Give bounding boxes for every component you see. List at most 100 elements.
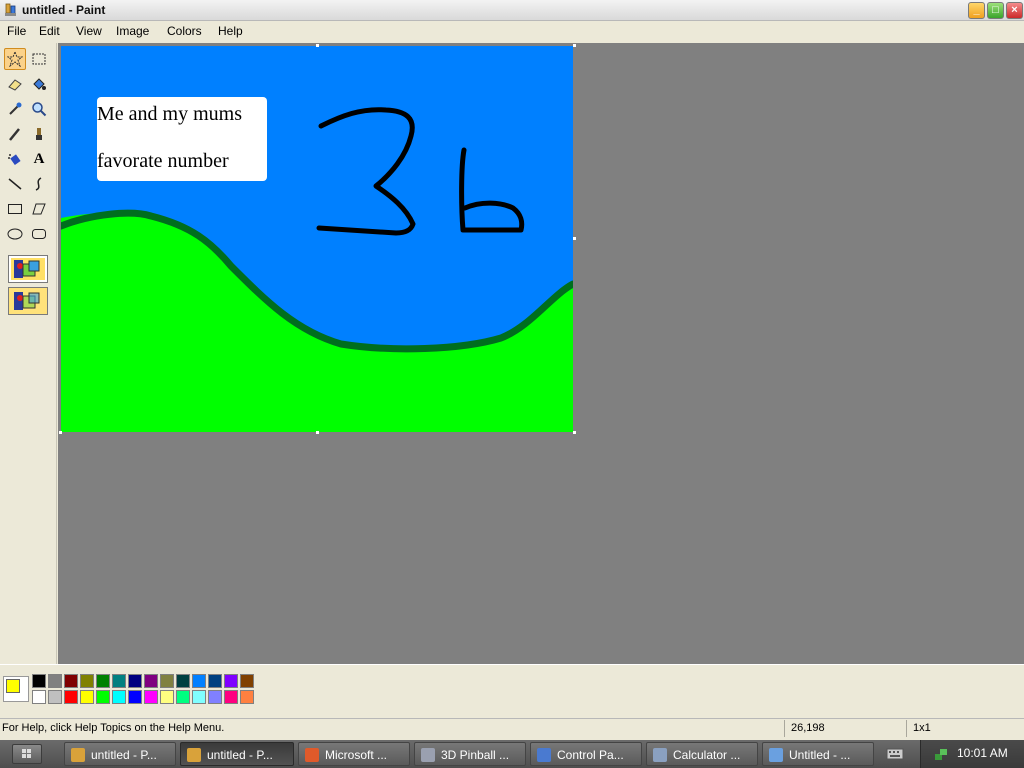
tool-curve[interactable]: [28, 173, 50, 195]
palette-swatch[interactable]: [96, 690, 110, 704]
taskbar: untitled - P... untitled - P... Microsoft …: [0, 740, 1024, 768]
network-icon[interactable]: [933, 746, 949, 762]
eraser-icon: [8, 79, 22, 91]
resize-handle-top[interactable]: [316, 44, 319, 47]
brush-icon: [36, 128, 42, 140]
resize-handle-right[interactable]: [573, 237, 576, 240]
current-colors[interactable]: [3, 676, 29, 702]
tool-fill[interactable]: [28, 73, 50, 95]
resize-handle-bottom-left[interactable]: [59, 431, 62, 434]
rounded-rect-icon: [32, 229, 46, 239]
menu-view[interactable]: View: [76, 24, 102, 38]
tool-polygon[interactable]: [28, 198, 50, 220]
palette-swatch[interactable]: [144, 690, 158, 704]
control-panel-icon: [537, 748, 551, 762]
taskbar-button-label: Calculator ...: [673, 748, 741, 762]
windows-logo-icon: [22, 749, 31, 758]
paint-icon: [71, 748, 85, 762]
taskbar-button[interactable]: Untitled - ...: [762, 742, 874, 766]
shapes-opaque-icon: [14, 260, 40, 278]
menu-colors[interactable]: Colors: [167, 24, 202, 38]
tool-eraser[interactable]: [4, 73, 26, 95]
pencil-icon: [9, 128, 20, 141]
menu-edit[interactable]: Edit: [39, 24, 60, 38]
palette-swatch[interactable]: [208, 690, 222, 704]
close-button[interactable]: ×: [1006, 2, 1023, 19]
tool-brush[interactable]: [28, 123, 50, 145]
close-icon: ×: [1011, 4, 1018, 16]
palette-swatch[interactable]: [160, 674, 174, 688]
palette-swatch[interactable]: [32, 690, 46, 704]
tool-pencil[interactable]: [4, 123, 26, 145]
palette-swatch[interactable]: [80, 690, 94, 704]
shapes-transparent-icon: [14, 292, 40, 310]
drawing-canvas[interactable]: Me and my mums favorate number: [61, 46, 573, 432]
palette-swatch[interactable]: [176, 690, 190, 704]
palette-swatch[interactable]: [128, 674, 142, 688]
tool-airbrush[interactable]: [4, 148, 26, 170]
tool-text[interactable]: A: [28, 148, 50, 170]
palette-swatch[interactable]: [48, 690, 62, 704]
palette-swatch[interactable]: [128, 690, 142, 704]
taskbar-button[interactable]: Microsoft ...: [298, 742, 410, 766]
taskbar-button[interactable]: untitled - P...: [64, 742, 176, 766]
paint-brush-icon: [5, 3, 16, 16]
resize-handle-bottom[interactable]: [316, 431, 319, 434]
tool-select[interactable]: [28, 48, 50, 70]
palette-swatch[interactable]: [144, 674, 158, 688]
tool-ellipse[interactable]: [4, 223, 26, 245]
palette-swatch[interactable]: [32, 674, 46, 688]
palette-swatch[interactable]: [112, 690, 126, 704]
workspace: Me and my mums favorate number: [58, 43, 1024, 664]
palette-swatch[interactable]: [224, 674, 238, 688]
minimize-icon: _: [973, 4, 980, 16]
tool-magnifier[interactable]: [28, 98, 50, 120]
status-bar: For Help, click Help Topics on the Help …: [0, 718, 1024, 738]
palette-swatch[interactable]: [64, 674, 78, 688]
tool-rectangle[interactable]: [4, 198, 26, 220]
palette-swatch[interactable]: [48, 674, 62, 688]
menu-file[interactable]: File: [7, 24, 26, 38]
palette-swatch[interactable]: [240, 674, 254, 688]
notepad-icon: [769, 748, 783, 762]
text-icon: A: [33, 150, 45, 167]
tool-option-transparent[interactable]: [8, 287, 48, 315]
maximize-button[interactable]: □: [987, 2, 1004, 19]
palette-swatch[interactable]: [160, 690, 174, 704]
digit-six: [459, 147, 525, 233]
tool-pick-color[interactable]: [4, 98, 26, 120]
palette-swatch[interactable]: [80, 674, 94, 688]
taskbar-button-label: 3D Pinball ...: [441, 748, 510, 762]
palette-swatch[interactable]: [112, 674, 126, 688]
palette-swatch[interactable]: [240, 690, 254, 704]
menu-bar: File Edit View Image Colors Help: [0, 21, 1024, 41]
taskbar-button[interactable]: 3D Pinball ...: [414, 742, 526, 766]
resize-handle-top-right[interactable]: [573, 44, 576, 47]
note-line-2: favorate number: [97, 150, 229, 172]
tool-option-opaque[interactable]: [8, 255, 48, 283]
eyedropper-icon: [9, 102, 22, 115]
tool-rounded-rectangle[interactable]: [28, 223, 50, 245]
foreground-color: [6, 679, 20, 693]
palette-swatch[interactable]: [208, 674, 222, 688]
minimize-button[interactable]: _: [968, 2, 985, 19]
tool-free-form-select[interactable]: [4, 48, 26, 70]
palette-swatch[interactable]: [224, 690, 238, 704]
taskbar-button[interactable]: Calculator ...: [646, 742, 758, 766]
start-button[interactable]: [12, 744, 42, 764]
menu-help[interactable]: Help: [218, 24, 243, 38]
palette-swatch[interactable]: [176, 674, 190, 688]
palette-swatch[interactable]: [192, 674, 206, 688]
digit-three: [316, 107, 416, 236]
taskbar-button[interactable]: untitled - P...: [180, 742, 294, 766]
window-title: untitled - Paint: [22, 3, 106, 17]
color-palette: [0, 664, 1024, 714]
keyboard-icon[interactable]: [886, 747, 904, 761]
menu-image[interactable]: Image: [116, 24, 149, 38]
tool-line[interactable]: [4, 173, 26, 195]
taskbar-button[interactable]: Control Pa...: [530, 742, 642, 766]
resize-handle-bottom-right[interactable]: [573, 431, 576, 434]
palette-swatch[interactable]: [192, 690, 206, 704]
palette-swatch[interactable]: [64, 690, 78, 704]
palette-swatch[interactable]: [96, 674, 110, 688]
